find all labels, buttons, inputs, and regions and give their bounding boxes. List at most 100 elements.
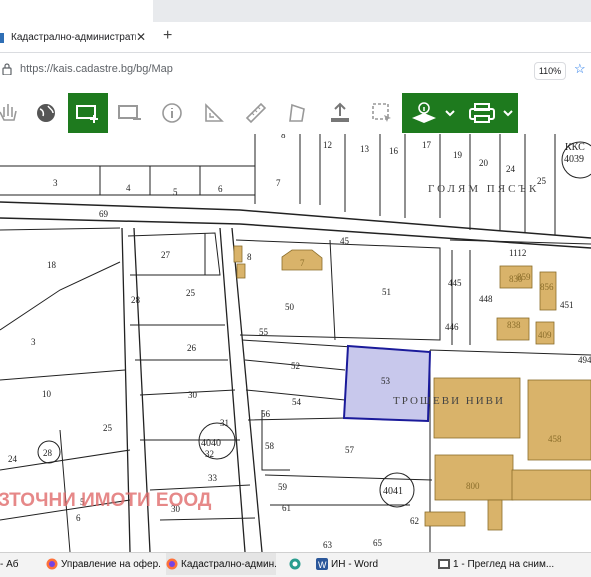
parcel-number: 6 <box>76 513 81 523</box>
cadastre-favicon-icon <box>0 33 4 43</box>
polygon-icon[interactable] <box>278 93 318 133</box>
area-label: ГОЛЯМ ПЯСЪК <box>428 183 539 195</box>
taskbar-item[interactable]: - Аб <box>0 553 40 575</box>
select-area-icon[interactable] <box>110 93 150 133</box>
parcel-number: 45 <box>340 236 350 246</box>
parcel-number: 859 <box>517 272 531 282</box>
select-dashed-icon[interactable] <box>362 93 402 133</box>
parcel-number: 4041 <box>383 486 403 497</box>
firefox-icon <box>166 558 178 570</box>
parcel-number: 8 <box>281 134 286 140</box>
parcel-number: 57 <box>345 445 355 455</box>
parcel-number: 12 <box>323 140 332 150</box>
parcel-number: 33 <box>208 473 218 483</box>
firefox-icon <box>46 558 58 570</box>
parcel-number: 63 <box>323 540 333 550</box>
new-tab-button[interactable]: + <box>163 27 172 45</box>
parcel-number: 25 <box>186 288 196 298</box>
parcel-number: 24 <box>506 164 516 174</box>
parcel-number: 26 <box>187 343 197 353</box>
parcel-number: 1112 <box>509 248 526 258</box>
zoom-indicator[interactable]: 110% <box>534 62 566 80</box>
parcel-number: 20 <box>479 158 489 168</box>
parcel-number: 65 <box>373 538 383 548</box>
taskbar-item[interactable]: W ИН - Word <box>316 553 416 575</box>
taskbar-item-active[interactable]: Кадастрално-админ... <box>166 553 276 575</box>
parcel-number: 18 <box>47 260 57 270</box>
tab-close-icon[interactable]: ✕ <box>136 30 146 44</box>
parcel-number: 451 <box>560 300 574 310</box>
parcel-number: 55 <box>259 327 269 337</box>
area-label: ККС <box>565 142 585 153</box>
parcel-number: 69 <box>99 209 109 219</box>
taskbar-item-label: ИН - Word <box>331 558 379 570</box>
parcel-number: 409 <box>538 330 552 340</box>
parcel-number: 24 <box>8 454 18 464</box>
parcel-number: 10 <box>42 389 52 399</box>
parcel-number: 17 <box>422 140 432 150</box>
parcel-number: 856 <box>540 282 554 292</box>
parcel-number: 4040 <box>201 438 221 449</box>
app-icon <box>289 558 301 570</box>
parcel-number: 13 <box>360 144 370 154</box>
svg-text:W: W <box>318 560 327 570</box>
parcel-number: 51 <box>382 287 391 297</box>
word-icon: W <box>316 558 328 570</box>
taskbar-item-label: - Аб <box>0 558 19 570</box>
parcel-number: 494 <box>578 355 591 365</box>
layers-info-icon[interactable] <box>402 93 460 133</box>
watermark-text: ЗТОЧНИ ИМОТИ ЕООД <box>0 490 212 511</box>
info-icon[interactable] <box>152 93 192 133</box>
parcel-number: 445 <box>448 278 462 288</box>
parcel-number: 8 <box>247 252 252 262</box>
parcel-number: 5 <box>173 187 178 197</box>
taskbar-item-label: Кадастрално-админ... <box>181 558 276 570</box>
parcel-number: 56 <box>261 409 271 419</box>
parcel-number: 448 <box>479 294 493 304</box>
ruler-area-icon[interactable] <box>194 93 234 133</box>
parcel-number: 838 <box>507 320 521 330</box>
taskbar-item[interactable]: 1 - Преглед на сним... <box>438 553 591 575</box>
parcel-number: 7 <box>276 178 281 188</box>
parcel-number: 6 <box>218 184 223 194</box>
parcel-number: 25 <box>103 423 113 433</box>
parcel-number: 3 <box>31 337 36 347</box>
parcel-number: 62 <box>410 516 419 526</box>
taskbar-item[interactable]: Управление на офер... <box>46 553 160 575</box>
parcel-number: 4039 <box>564 154 584 165</box>
parcel-number: 28 <box>131 295 141 305</box>
parcel-number: 25 <box>537 176 547 186</box>
parcel-number: 58 <box>265 441 275 451</box>
lock-icon[interactable] <box>2 63 12 75</box>
select-rect-icon[interactable] <box>68 93 108 133</box>
bookmark-star-icon[interactable]: ☆ <box>574 61 586 77</box>
parcel-number: 7 <box>300 258 305 268</box>
taskbar-item-label: Управление на офер... <box>61 558 160 570</box>
tab-title: Кадастрално-административн <box>11 32 136 43</box>
parcel-number: 446 <box>445 322 459 332</box>
parcel-number: 28 <box>43 448 53 458</box>
upload-icon[interactable] <box>320 93 360 133</box>
parcel-number: 800 <box>466 481 480 491</box>
taskbar-item-label: 1 - Преглед на сним... <box>453 558 555 570</box>
browser-tab-active[interactable]: Кадастрално-административн ✕ <box>0 0 153 52</box>
parcel-number: 19 <box>453 150 463 160</box>
parcel-number: 3 <box>53 178 58 188</box>
parcel-number: 27 <box>161 250 171 260</box>
parcel-number: 50 <box>285 302 295 312</box>
parcel-number: 4 <box>126 183 131 193</box>
parcel-number: 53 <box>381 376 391 386</box>
parcel-number: 54 <box>292 397 302 407</box>
parcel-number: 16 <box>389 146 399 156</box>
taskbar-item[interactable] <box>289 553 303 575</box>
ruler-icon[interactable] <box>236 93 276 133</box>
parcel-number: 32 <box>205 449 214 459</box>
url-field[interactable]: https://kais.cadastre.bg/bg/Map <box>20 63 173 75</box>
printer-icon[interactable] <box>460 93 518 133</box>
parcel-number: 59 <box>278 482 288 492</box>
parcel-number: 52 <box>291 361 300 371</box>
globe-icon[interactable] <box>26 93 66 133</box>
image-viewer-icon <box>438 559 450 569</box>
pan-icon[interactable] <box>0 93 28 133</box>
cadastral-map[interactable]: ГОЛЯМ ПЯСЪК ТРОШЕВИ НИВИ ККС 3 4 5 6 7 8… <box>0 134 591 552</box>
